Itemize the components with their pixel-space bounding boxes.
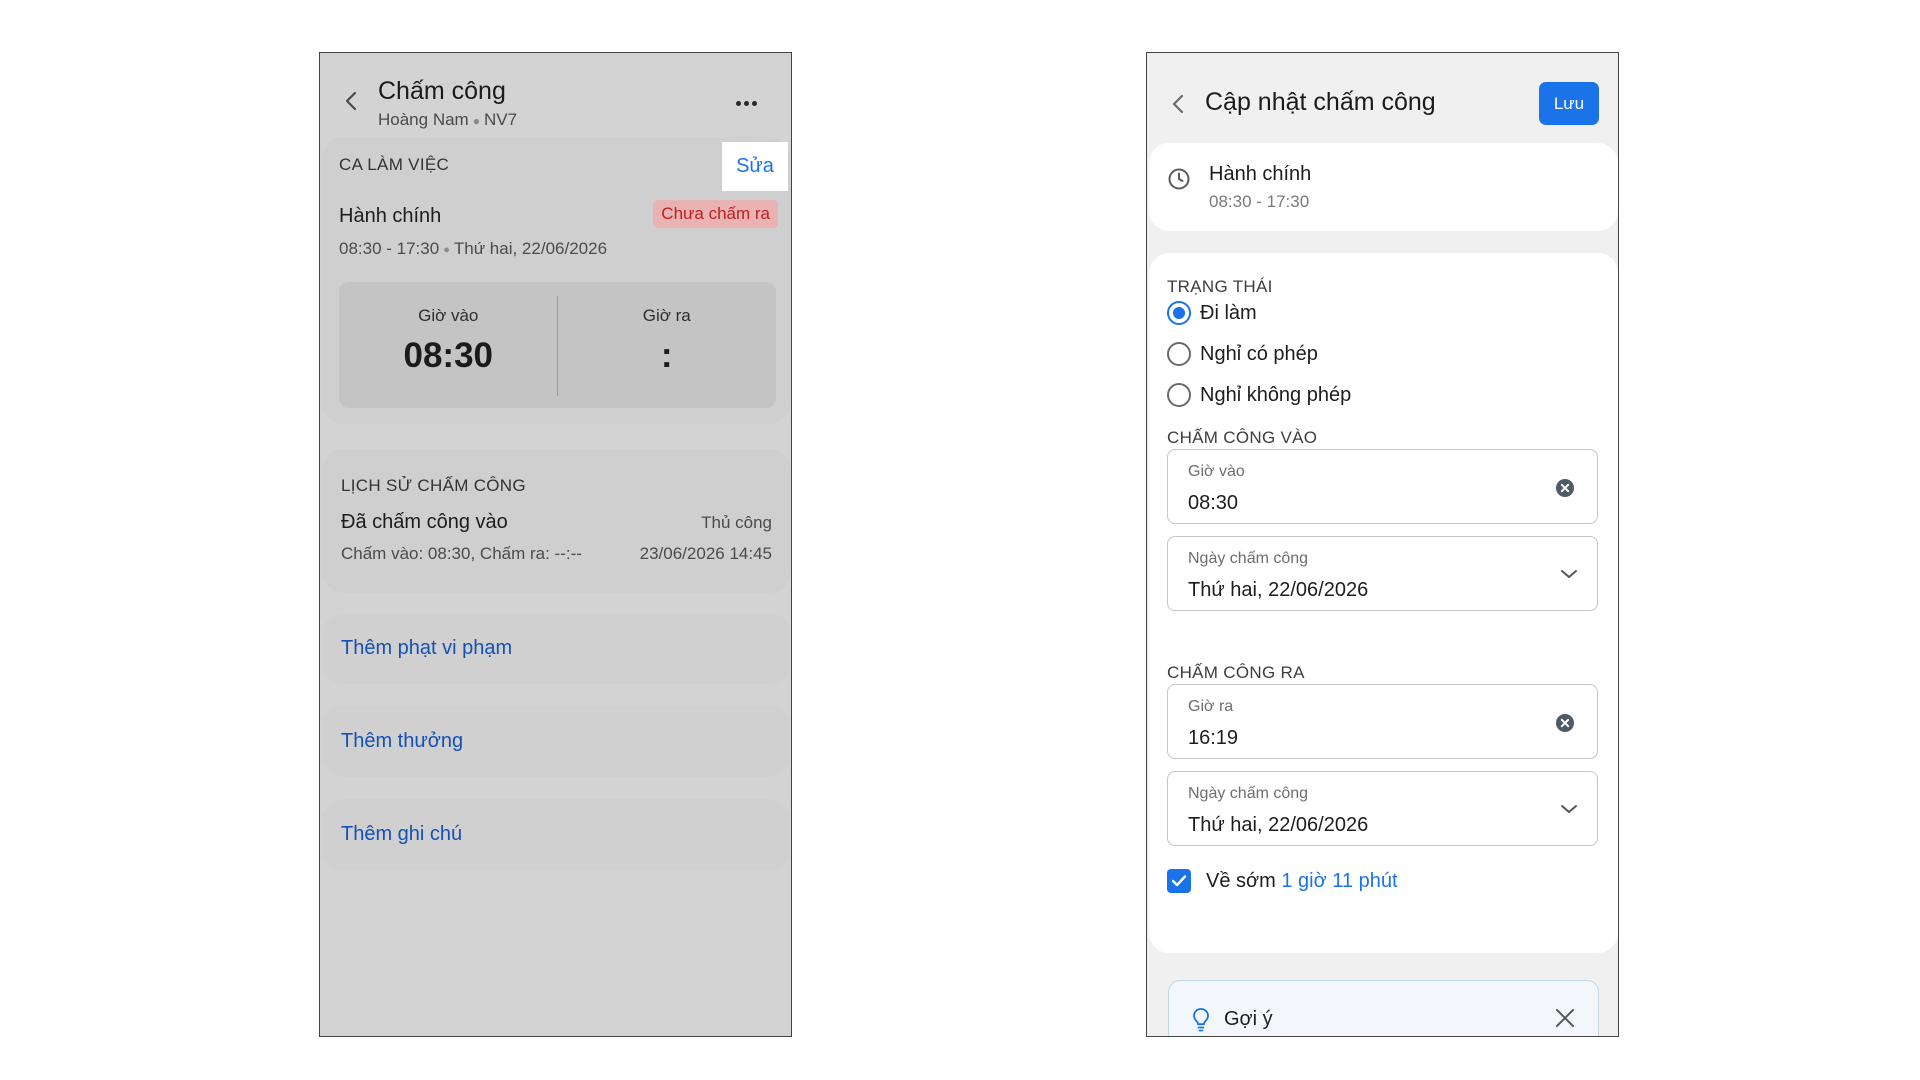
add-bonus-label: Thêm thưởng <box>341 730 464 752</box>
clock-in-summary: Giờ vào 08:30 <box>339 282 558 408</box>
field-value: Thứ hai, 22/06/2026 <box>1188 579 1369 601</box>
field-value: 08:30 <box>1188 492 1239 514</box>
clear-circle-icon[interactable] <box>1555 713 1575 733</box>
lightbulb-icon <box>1193 1008 1209 1032</box>
add-note-label: Thêm ghi chú <box>341 823 463 845</box>
add-note-button[interactable]: Thêm ghi chú <box>322 799 791 870</box>
shift-time-info: 08:30 - 17:30 ● Thứ hai, 22/06/2026 <box>339 239 607 259</box>
clock-out-date-select[interactable]: Ngày chấm công Thứ hai, 22/06/2026 <box>1167 771 1598 846</box>
early-leave-label: Về sớm <box>1206 869 1276 892</box>
right-phone-screen: Cập nhật chấm công Lưu Hành chính 08:30 … <box>1146 52 1619 1037</box>
hint-panel: Gợi ý <box>1168 980 1599 1036</box>
status-label: TRẠNG THÁI <box>1167 277 1273 296</box>
separator-dot: ● <box>472 113 480 128</box>
early-leave-checkbox-row[interactable]: Về sớm 1 giờ 11 phút <box>1167 868 1398 894</box>
add-bonus-button[interactable]: Thêm thưởng <box>322 706 791 777</box>
field-label: Ngày chấm công <box>1188 550 1309 567</box>
shift-name: Hành chính <box>1209 163 1312 185</box>
history-timestamp: 23/06/2026 14:45 <box>639 544 772 563</box>
employee-info: Hoàng Nam ● NV7 <box>378 110 517 130</box>
clock-in-time-field[interactable]: Giờ vào 08:30 <box>1167 449 1598 524</box>
field-value: Thứ hai, 22/06/2026 <box>1188 814 1369 836</box>
left-phone-screen: Chấm công Hoàng Nam ● NV7 CA LÀM VIỆC Sửa … <box>319 52 792 1037</box>
field-value: 16:19 <box>1188 727 1239 749</box>
separator-dot: ● <box>443 243 450 256</box>
shift-card: Hành chính 08:30 - 17:30 <box>1149 143 1618 231</box>
shift-card: CA LÀM VIỆC Sửa Hành chính Chưa chấm ra … <box>322 137 791 424</box>
chevron-left-icon[interactable] <box>1167 92 1191 116</box>
more-horizontal-icon[interactable] <box>736 93 764 107</box>
add-penalty-label: Thêm phạt vi phạm <box>341 637 513 659</box>
close-icon[interactable] <box>1554 1007 1576 1029</box>
early-leave-hours: 1 giờ <box>1281 869 1327 892</box>
attendance-form: TRẠNG THÁI Đi làm Nghỉ có phép Nghỉ khôn… <box>1149 253 1618 953</box>
shift-hours: 08:30 - 17:30 <box>1209 192 1310 211</box>
field-label: Giờ vào <box>1188 463 1245 480</box>
clock-in-date-select[interactable]: Ngày chấm công Thứ hai, 22/06/2026 <box>1167 536 1598 611</box>
employee-code: NV7 <box>483 110 518 129</box>
shift-hours: 08:30 - 17:30 <box>339 239 440 258</box>
clock-in-section-label: CHẤM CÔNG VÀO <box>1167 428 1318 447</box>
radio-checked[interactable] <box>1167 301 1191 325</box>
shift-name: Hành chính <box>339 205 442 227</box>
radio-unchecked[interactable] <box>1167 383 1191 407</box>
chevron-down-icon <box>1561 570 1577 578</box>
history-detail: Chấm vào: 08:30, Chấm ra: --:-- <box>341 544 582 563</box>
shift-section-label: CA LÀM VIỆC <box>339 155 450 174</box>
status-option-nghi-co-phep[interactable]: Nghỉ có phép <box>1167 339 1318 369</box>
hint-title: Gợi ý <box>1224 1008 1273 1030</box>
clock-summary: Giờ vào 08:30 Giờ ra : <box>339 282 776 408</box>
status-option-label: Nghỉ không phép <box>1200 383 1352 406</box>
radio-unchecked[interactable] <box>1167 342 1191 366</box>
employee-name: Hoàng Nam <box>378 110 469 129</box>
clock-out-label: Giờ ra <box>642 306 691 325</box>
history-event: Đã chấm công vào <box>341 511 508 533</box>
clock-out-time-field[interactable]: Giờ ra 16:19 <box>1167 684 1598 759</box>
clock-in-value: 08:30 <box>403 336 494 375</box>
header: Chấm công Hoàng Nam ● NV7 <box>320 53 791 137</box>
field-label: Ngày chấm công <box>1188 785 1309 802</box>
header: Cập nhật chấm công Lưu <box>1147 53 1618 143</box>
edit-button[interactable]: Sửa <box>722 142 788 191</box>
early-leave-text: Về sớm 1 giờ 11 phút <box>1206 870 1398 893</box>
clock-in-label: Giờ vào <box>418 306 479 325</box>
shift-date: Thứ hai, 22/06/2026 <box>453 239 608 258</box>
clock-out-summary: Giờ ra : <box>558 282 777 408</box>
status-option-nghi-khong-phep[interactable]: Nghỉ không phép <box>1167 380 1351 410</box>
early-leave-minutes: 11 phút <box>1332 869 1398 892</box>
history-card: LỊCH SỬ CHẤM CÔNG Đã chấm công vào Thủ c… <box>322 449 791 593</box>
chevron-left-icon[interactable] <box>340 89 364 113</box>
status-option-label: Đi làm <box>1200 301 1257 324</box>
chevron-down-icon <box>1561 805 1577 813</box>
clock-out-section-label: CHẤM CÔNG RA <box>1167 663 1305 682</box>
check-icon <box>1171 875 1187 887</box>
save-button[interactable]: Lưu <box>1539 82 1599 125</box>
clock-out-value: : <box>660 336 673 375</box>
early-leave-checkbox[interactable] <box>1167 869 1191 893</box>
status-badge: Chưa chấm ra <box>653 200 778 228</box>
page-title: Chấm công <box>378 77 506 105</box>
clock-icon <box>1168 168 1190 190</box>
history-method: Thủ công <box>701 513 772 532</box>
page-title: Cập nhật chấm công <box>1205 88 1436 116</box>
clear-circle-icon[interactable] <box>1555 478 1575 498</box>
history-title: LỊCH SỬ CHẤM CÔNG <box>341 476 526 495</box>
status-option-di-lam[interactable]: Đi làm <box>1167 298 1257 328</box>
add-penalty-button[interactable]: Thêm phạt vi phạm <box>322 613 791 684</box>
field-label: Giờ ra <box>1188 698 1234 715</box>
status-option-label: Nghỉ có phép <box>1200 342 1318 365</box>
